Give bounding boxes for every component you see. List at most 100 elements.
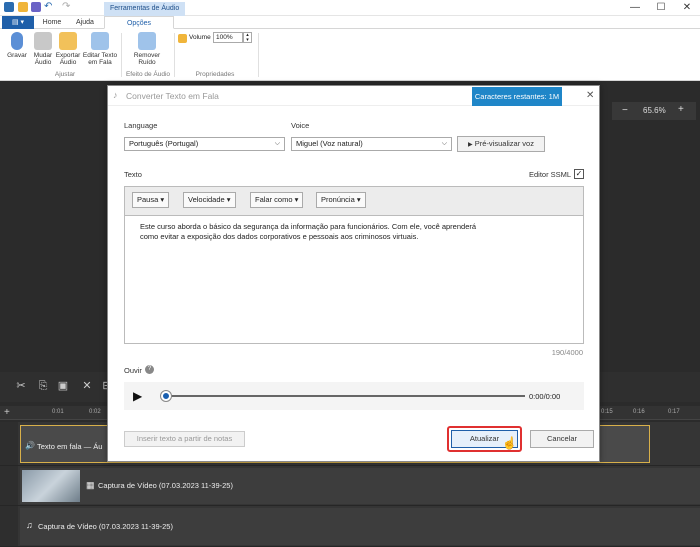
tab-home[interactable]: Home: [38, 16, 66, 29]
help-icon[interactable]: ?: [145, 365, 154, 374]
track-label: Captura de Vídeo (07.03.2023 11-39-25): [98, 481, 233, 490]
export-audio-button[interactable]: Exportar Áudio: [54, 32, 82, 66]
record-button[interactable]: Gravar: [4, 32, 30, 59]
paste-icon[interactable]: ▣: [56, 379, 70, 393]
progress-track[interactable]: [164, 395, 525, 397]
delete-icon[interactable]: ✕: [80, 379, 94, 393]
redo-icon[interactable]: ↷: [62, 2, 72, 12]
pause-dropdown[interactable]: Pausa ▾: [132, 192, 170, 208]
group-label-audio-effect: Efeito de Áudio: [125, 71, 171, 78]
add-track-button[interactable]: +: [4, 407, 10, 418]
dialog-title-bar: ♪ Converter Texto em Fala Caracteres res…: [108, 86, 599, 106]
change-audio-button[interactable]: Mudar Áudio: [30, 32, 56, 66]
zoom-out-button[interactable]: −: [622, 105, 628, 116]
close-window-button[interactable]: ✕: [672, 0, 700, 16]
ssml-checkbox[interactable]: ✓: [574, 169, 584, 179]
track-header: [0, 466, 18, 505]
pronunciation-dropdown[interactable]: Pronúncia ▾: [316, 192, 366, 208]
voice-select[interactable]: Miguel (Voz natural) ⌵: [291, 137, 452, 151]
close-dialog-button[interactable]: ✕: [586, 90, 594, 101]
volume-input[interactable]: 100%: [213, 32, 243, 43]
play-icon: ▶: [468, 142, 473, 148]
zoom-in-button[interactable]: +: [678, 104, 684, 115]
music-note-icon: ♫: [26, 520, 33, 530]
tts-dialog: ♪ Converter Texto em Fala Caracteres res…: [107, 85, 600, 462]
text-label: Texto: [124, 170, 142, 179]
timeline-track-video: ▦ Captura de Vídeo (07.03.2023 11-39-25): [0, 466, 700, 506]
ruler-tick: 0:01: [52, 409, 64, 415]
volume-stepper[interactable]: ▴ ▾: [243, 32, 252, 43]
caret-down-icon: ▾: [356, 195, 361, 204]
ruler-tick: 0:17: [668, 409, 680, 415]
tab-help[interactable]: Ajuda: [70, 16, 100, 29]
track-header: [0, 422, 18, 465]
file-tab[interactable]: ▤ ▾: [2, 16, 34, 29]
volume-label: Volume: [189, 34, 211, 41]
listen-label: Ouvir: [124, 366, 142, 375]
speaker-icon: 🔊: [25, 441, 35, 450]
chevron-down-icon: ⌵: [274, 140, 280, 147]
export-audio-icon: [59, 32, 77, 50]
tab-options[interactable]: Opções: [104, 16, 174, 29]
speed-dropdown[interactable]: Velocidade ▾: [183, 192, 236, 208]
track-header: [0, 506, 18, 546]
save-icon[interactable]: [31, 2, 41, 12]
play-button[interactable]: ▶: [133, 389, 142, 403]
video-thumbnail: [22, 470, 80, 502]
ssml-editor-label: Editor SSML: [529, 170, 572, 179]
zoom-bar: − 65.6% +: [612, 102, 696, 120]
audio-player: ▶ 0:00/0:00: [124, 382, 584, 410]
remove-noise-button[interactable]: Remover Ruído: [130, 32, 164, 66]
timeline-track-music: ♫ Captura de Vídeo (07.03.2023 11-39-25): [0, 506, 700, 547]
language-select[interactable]: Português (Portugal) ⌵: [124, 137, 285, 151]
text-editor[interactable]: Este curso aborda o básico da segurança …: [124, 215, 584, 344]
open-folder-icon[interactable]: [18, 2, 28, 12]
microphone-icon: [11, 32, 23, 50]
track-label: Texto em fala — Áu: [37, 442, 103, 451]
insert-from-notes-button[interactable]: Inserir texto a partir de notas: [124, 431, 245, 447]
video-icon: ▦: [86, 480, 95, 490]
chevron-down-icon: ⌵: [441, 140, 447, 147]
language-label: Language: [124, 121, 158, 130]
ribbon-tabs: ▤ ▾ Home Ajuda Opções: [0, 16, 700, 29]
group-divider: [258, 33, 259, 77]
copy-icon[interactable]: ⎘: [36, 379, 50, 393]
time-display: 0:00/0:00: [529, 392, 561, 401]
preview-voice-button[interactable]: ▶ Pré-visualizar voz: [457, 136, 545, 152]
tts-dialog-icon: ♪: [113, 90, 118, 100]
track-label: Captura de Vídeo (07.03.2023 11-39-25): [38, 522, 173, 531]
voice-label: Voice: [291, 121, 310, 130]
title-bar: ↶ ↷ Ferramentas de Áudio — ☐ ✕: [0, 0, 700, 16]
app-icon: [4, 2, 14, 12]
video-clip[interactable]: ▦ Captura de Vídeo (07.03.2023 11-39-25): [20, 468, 700, 504]
undo-icon[interactable]: ↶: [44, 2, 54, 12]
edit-tts-button[interactable]: Editar Texto em Fala: [82, 32, 118, 66]
cancel-button[interactable]: Cancelar: [530, 430, 594, 448]
caret-down-icon: ▾: [160, 195, 165, 204]
ruler-tick: 0:16: [633, 409, 645, 415]
cursor-hand-icon: ☝: [502, 436, 517, 450]
dialog-title: Converter Texto em Fala: [126, 91, 219, 101]
ruler-tick: 0:02: [89, 409, 101, 415]
say-as-dropdown[interactable]: Falar como ▾: [250, 192, 304, 208]
editor-text-line: como evitar a exposição dos dados corpor…: [140, 232, 419, 241]
group-divider: [174, 33, 175, 77]
group-label-properties: Propriedades: [195, 71, 235, 78]
ruler-tick: 0:15: [601, 409, 613, 415]
volume-icon: [178, 34, 187, 43]
speaker-icon: [34, 32, 52, 50]
zoom-value: 65.6%: [643, 106, 666, 115]
caret-down-icon: ▾: [294, 195, 299, 204]
caret-down-icon: ▾: [226, 195, 231, 204]
progress-knob[interactable]: [161, 391, 171, 401]
contextual-tab-label: Ferramentas de Áudio: [104, 2, 186, 16]
chars-remaining-badge: Caracteres restantes: 1M: [472, 87, 562, 106]
group-label-adjust: Ajustar: [54, 71, 76, 78]
audio-clip[interactable]: ♫ Captura de Vídeo (07.03.2023 11-39-25): [20, 508, 700, 545]
edit-tts-icon: [91, 32, 109, 50]
noise-removal-icon: [138, 32, 156, 50]
ribbon: Gravar Mudar Áudio Exportar Áudio Editar…: [0, 29, 700, 81]
cut-icon[interactable]: ✂: [14, 379, 28, 393]
editor-text-line: Este curso aborda o básico da segurança …: [140, 222, 477, 231]
character-count: 190/4000: [551, 348, 583, 357]
